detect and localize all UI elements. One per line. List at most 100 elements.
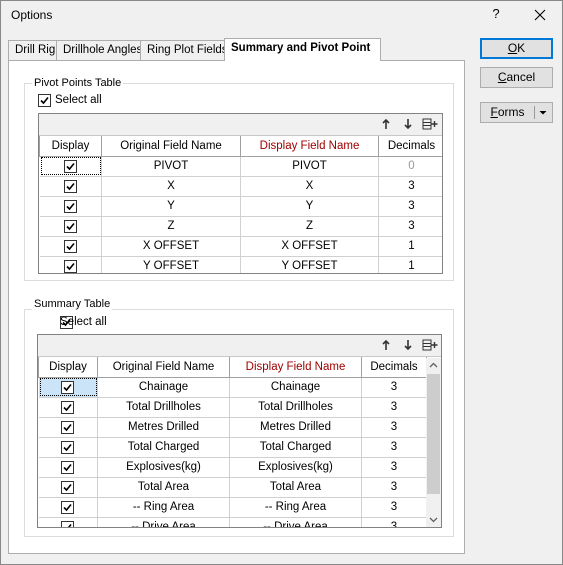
col-header-decimals[interactable]: Decimals [361,357,427,378]
display-field-name-cell[interactable]: Chainage [229,377,362,398]
decimals-cell[interactable]: 3 [378,216,442,237]
display-field-name-cell[interactable]: PIVOT [240,156,379,177]
help-button[interactable]: ? [488,6,504,24]
original-field-name-cell[interactable]: Explosives(kg) [97,457,230,478]
pivot-select-all-checkbox[interactable] [38,94,51,107]
display-field-name-cell[interactable]: Y [240,196,379,217]
display-field-name-cell[interactable]: Metres Drilled [229,417,362,438]
col-header-display[interactable]: Display [39,136,102,157]
display-field-name-cell[interactable]: Total Area [229,477,362,498]
display-checkbox[interactable] [61,420,75,434]
close-button[interactable] [530,5,550,25]
decimals-cell[interactable]: 3 [361,457,427,478]
display-checkbox[interactable] [63,159,77,173]
original-field-name-cell[interactable]: Total Drillholes [97,397,230,418]
forms-dropdown-arrow[interactable] [536,103,550,122]
display-field-name-cell[interactable]: Y OFFSET [240,256,379,273]
decimals-cell[interactable]: 1 [378,256,442,273]
original-field-name-cell[interactable]: Total Charged [97,437,230,458]
decimals-cell[interactable]: 3 [361,397,427,418]
decimals-cell[interactable]: 3 [361,437,427,458]
table-row[interactable]: Explosives(kg) Explosives(kg) 3 [38,457,427,478]
display-field-name-cell[interactable]: Explosives(kg) [229,457,362,478]
tab-drillhole-angles[interactable]: Drillhole Angles [56,40,142,60]
move-up-button[interactable] [379,338,393,352]
table-row[interactable]: -- Ring Area -- Ring Area 3 [38,497,427,518]
table-row[interactable]: Metres Drilled Metres Drilled 3 [38,417,427,438]
display-cell[interactable] [38,437,98,458]
decimals-cell[interactable]: 3 [361,517,427,527]
decimals-cell[interactable]: 3 [378,196,442,217]
table-row[interactable]: X OFFSET X OFFSET 1 [39,236,442,257]
display-checkbox[interactable] [63,199,77,213]
table-row[interactable]: XX3 [39,176,442,197]
cancel-button[interactable]: Cancel [480,67,553,88]
display-field-name-cell[interactable]: -- Drive Area [229,517,362,527]
original-field-name-cell[interactable]: Y [101,196,241,217]
display-cell[interactable] [38,497,98,518]
col-header-display-field-name[interactable]: Display Field Name [240,136,379,157]
table-row[interactable]: ZZ3 [39,216,442,237]
original-field-name-cell[interactable]: Z [101,216,241,237]
col-header-original-field-name[interactable]: Original Field Name [101,136,241,157]
table-row[interactable]: Chainage Chainage 3 [38,377,427,398]
display-checkbox[interactable] [61,460,75,474]
original-field-name-cell[interactable]: Chainage [97,377,230,398]
display-cell[interactable] [38,517,98,527]
table-row[interactable]: YY3 [39,196,442,217]
summary-vertical-scrollbar[interactable] [426,358,441,527]
decimals-cell[interactable]: 3 [361,497,427,518]
display-cell[interactable] [38,397,98,418]
insert-row-button[interactable] [422,117,438,131]
display-cell[interactable] [38,377,98,398]
table-row[interactable]: Total Drillholes Total Drillholes 3 [38,397,427,418]
display-field-name-cell[interactable]: Z [240,216,379,237]
display-field-name-cell[interactable]: Total Charged [229,437,362,458]
col-header-display-field-name[interactable]: Display Field Name [229,357,362,378]
display-checkbox[interactable] [61,480,75,494]
move-down-button[interactable] [401,338,415,352]
ok-button[interactable]: OK [480,38,553,59]
col-header-original-field-name[interactable]: Original Field Name [97,357,230,378]
display-checkbox[interactable] [63,219,77,233]
display-cell[interactable] [39,176,102,197]
insert-row-button[interactable] [422,338,438,352]
table-row[interactable]: -- Drive Area -- Drive Area 3 [38,517,427,527]
display-field-name-cell[interactable]: -- Ring Area [229,497,362,518]
scroll-thumb[interactable] [427,374,440,494]
decimals-cell[interactable]: 3 [361,417,427,438]
table-row[interactable]: PIVOT PIVOT 0 [39,156,442,177]
display-cell[interactable] [39,196,102,217]
display-field-name-cell[interactable]: X OFFSET [240,236,379,257]
display-checkbox[interactable] [61,400,75,414]
display-checkbox[interactable] [63,259,77,273]
decimals-cell[interactable]: 0 [378,156,442,177]
original-field-name-cell[interactable]: Metres Drilled [97,417,230,438]
tab-ring-plot-fields[interactable]: Ring Plot Fields [140,40,228,60]
original-field-name-cell[interactable]: Y OFFSET [101,256,241,273]
col-header-display[interactable]: Display [38,357,98,378]
tab-drill-rig[interactable]: Drill Rig [8,40,57,60]
display-cell[interactable] [39,236,102,257]
decimals-cell[interactable]: 3 [361,377,427,398]
display-checkbox[interactable] [61,500,75,514]
move-down-button[interactable] [401,117,415,131]
display-checkbox[interactable] [61,380,75,394]
display-cell[interactable] [39,216,102,237]
scroll-down-button[interactable] [426,512,441,527]
tab-summary-and-pivot-point[interactable]: Summary and Pivot Point [224,38,381,61]
forms-button[interactable]: Forms [480,102,553,123]
display-cell[interactable] [39,256,102,273]
col-header-decimals[interactable]: Decimals [378,136,442,157]
move-up-button[interactable] [379,117,393,131]
original-field-name-cell[interactable]: X OFFSET [101,236,241,257]
display-checkbox[interactable] [63,179,77,193]
original-field-name-cell[interactable]: -- Ring Area [97,497,230,518]
table-row[interactable]: Total Area Total Area 3 [38,477,427,498]
table-row[interactable]: Y OFFSET Y OFFSET 1 [39,256,442,273]
display-checkbox[interactable] [61,520,75,527]
original-field-name-cell[interactable]: -- Drive Area [97,517,230,527]
original-field-name-cell[interactable]: Total Area [97,477,230,498]
display-field-name-cell[interactable]: Total Drillholes [229,397,362,418]
display-cell[interactable] [38,477,98,498]
